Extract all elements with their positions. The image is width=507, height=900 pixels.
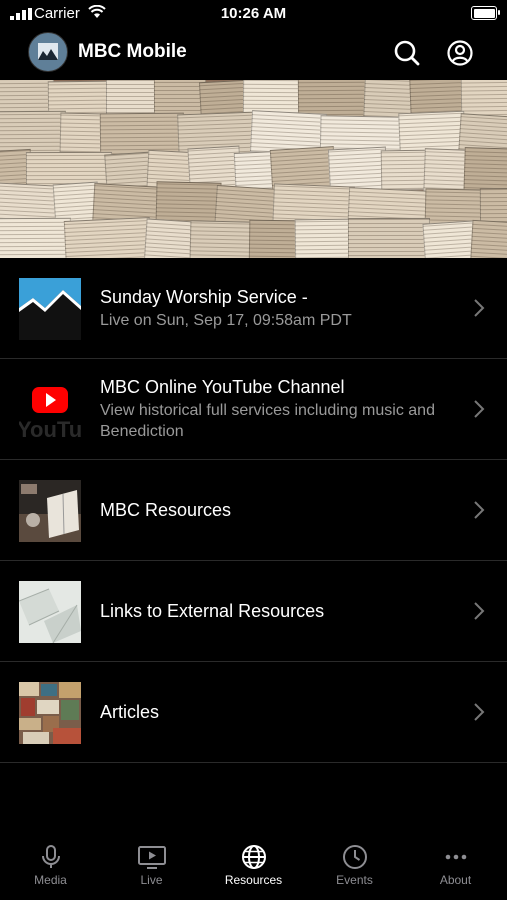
globe-icon [241, 845, 266, 869]
more-icon [445, 854, 466, 860]
tab-label: About [439, 873, 472, 887]
list-item-sunday-worship[interactable]: Sunday Worship Service - Live on Sun, Se… [0, 258, 507, 359]
book-page [469, 219, 507, 258]
account-icon[interactable] [445, 38, 475, 68]
book-page [248, 219, 302, 258]
clock-icon [342, 845, 367, 869]
list-item-articles[interactable]: Articles [0, 662, 507, 763]
status-time: 10:26 AM [220, 5, 287, 22]
list-item-youtube-channel[interactable]: YouTube MBC Online YouTube Channel View … [0, 359, 507, 460]
list-item-subtitle: Live on Sun, Sep 17, 09:58am PDT [100, 311, 352, 329]
youtube-thumb: YouTube [19, 379, 81, 441]
list-item-subtitle: View historical full services including … [100, 402, 435, 440]
chevron-right-icon [474, 299, 485, 317]
book-page [294, 218, 355, 258]
mountain-thumb [19, 278, 81, 340]
tab-label: Live [140, 873, 163, 887]
chevron-right-icon [474, 602, 485, 620]
search-icon[interactable] [392, 38, 422, 68]
paper-thumb [19, 581, 81, 643]
status-bar: Carrier 10:26 AM [0, 0, 507, 28]
list-item-mbc-resources[interactable]: MBC Resources [0, 460, 507, 561]
tv-play-icon [137, 846, 166, 869]
book-page [63, 217, 153, 258]
book-page [0, 217, 72, 258]
book-page [347, 217, 431, 258]
tab-resources[interactable]: Resources [203, 836, 304, 900]
list-item-title: Articles [100, 701, 160, 722]
tab-label: Events [336, 873, 373, 887]
chevron-right-icon [474, 400, 485, 418]
nav-bar: MBC Mobile [0, 28, 507, 80]
hero-banner-image [0, 80, 507, 258]
app-title: MBC Mobile [78, 41, 187, 62]
tab-media[interactable]: Media [0, 836, 101, 900]
list-item-title: MBC Online YouTube Channel [100, 377, 345, 397]
tab-label: Resources [224, 873, 283, 887]
tab-events[interactable]: Events [304, 836, 405, 900]
book-page [398, 110, 466, 154]
tab-label: Media [34, 873, 67, 887]
chevron-right-icon [474, 501, 485, 519]
microphone-icon [41, 845, 60, 868]
resource-list: Sunday Worship Service - Live on Sun, Se… [0, 258, 507, 763]
battery-icon [471, 6, 500, 20]
chevron-right-icon [474, 703, 485, 721]
tab-live[interactable]: Live [101, 836, 202, 900]
list-item-title: Sunday Worship Service - [100, 286, 308, 307]
app-logo [28, 32, 68, 72]
list-item-title: Links to External Resources [100, 600, 325, 621]
articles-thumb [19, 682, 81, 744]
list-item-title: MBC Resources [100, 499, 232, 520]
book-page [189, 220, 256, 258]
svg-text:YouTube: YouTube [19, 417, 81, 441]
tab-about[interactable]: About [405, 836, 506, 900]
list-item-external-resources[interactable]: Links to External Resources [0, 561, 507, 662]
tab-bar: Media Live Resources Events About [0, 836, 507, 900]
book-thumb [19, 480, 81, 542]
